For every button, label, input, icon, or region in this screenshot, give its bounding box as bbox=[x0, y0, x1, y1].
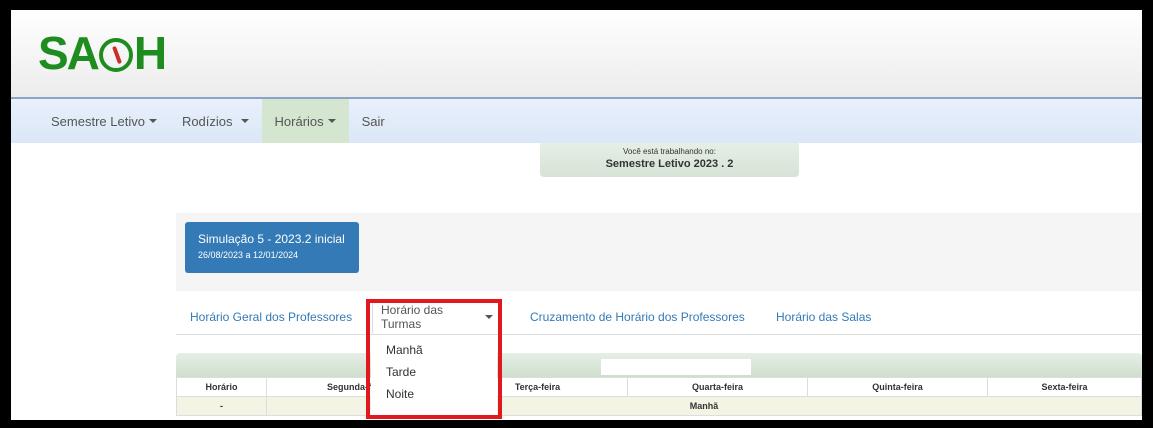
tab-label: Cruzamento de Horário dos Professores bbox=[530, 310, 745, 324]
nav-horarios[interactable]: Horários bbox=[261, 99, 349, 143]
semester-caption: Você está trabalhando no: bbox=[623, 147, 716, 156]
caret-down-icon bbox=[148, 119, 157, 123]
nav-rodizios[interactable]: Rodízios bbox=[170, 99, 262, 143]
app-window: SA H Semestre Letivo Rodízios Horários S… bbox=[11, 10, 1142, 420]
tab-horario-salas[interactable]: Horário das Salas bbox=[776, 300, 871, 334]
simulation-title: Simulação 5 - 2023.2 inicial bbox=[198, 232, 345, 246]
redacted-block bbox=[601, 359, 751, 375]
nav-label: Rodízios bbox=[181, 113, 233, 129]
col-quinta: Quinta-feira bbox=[807, 377, 988, 397]
schedule-tabs: Horário Geral dos Professores Horário da… bbox=[176, 300, 1142, 335]
schedule-table-section: Horário Segunda-feira Terça-feira Quarta… bbox=[176, 350, 1142, 420]
simulation-button[interactable]: Simulação 5 - 2023.2 inicial 26/08/2023 … bbox=[185, 222, 359, 273]
semester-value: Semestre Letivo 2023 . 2 bbox=[605, 158, 734, 170]
nav-sair[interactable]: Sair bbox=[349, 99, 398, 143]
caret-down-icon bbox=[240, 119, 249, 123]
simulation-panel: Simulação 5 - 2023.2 inicial 26/08/2023 … bbox=[176, 213, 1142, 291]
header: SA H bbox=[11, 10, 1142, 99]
simulation-dates: 26/08/2023 a 12/01/2024 bbox=[198, 250, 299, 260]
main-nav: Semestre Letivo Rodízios Horários Sair bbox=[11, 99, 1142, 143]
col-sexta: Sexta-feira bbox=[987, 377, 1142, 397]
nav-label: Semestre Letivo bbox=[51, 113, 145, 129]
table-row: - Manhã bbox=[176, 396, 1142, 416]
app-logo[interactable]: SA H bbox=[38, 27, 167, 79]
table-header-row: Horário Segunda-feira Terça-feira Quarta… bbox=[176, 377, 1142, 397]
logo-text-left: SA bbox=[38, 27, 100, 79]
nav-label: Horários bbox=[274, 113, 324, 129]
caret-down-icon bbox=[327, 119, 336, 123]
tab-label: Horário das Salas bbox=[776, 310, 872, 324]
highlight-annotation bbox=[366, 299, 502, 419]
tab-label: Horário Geral dos Professores bbox=[190, 310, 353, 324]
nav-semestre-letivo[interactable]: Semestre Letivo bbox=[11, 99, 170, 143]
col-horario: Horário bbox=[176, 377, 267, 397]
tab-horario-geral-professores[interactable]: Horário Geral dos Professores bbox=[190, 300, 352, 334]
current-semester-box: Você está trabalhando no: Semestre Letiv… bbox=[540, 143, 799, 177]
time-cell: - bbox=[176, 396, 267, 416]
col-quarta: Quarta-feira bbox=[627, 377, 808, 397]
tab-cruzamento-horario-professores[interactable]: Cruzamento de Horário dos Professores bbox=[530, 300, 745, 334]
table-title-bar bbox=[176, 353, 1142, 377]
clock-icon bbox=[98, 38, 133, 72]
nav-label: Sair bbox=[361, 113, 385, 129]
logo-text-right: H bbox=[133, 27, 167, 79]
schedule-table: Horário Segunda-feira Terça-feira Quarta… bbox=[176, 377, 1142, 416]
